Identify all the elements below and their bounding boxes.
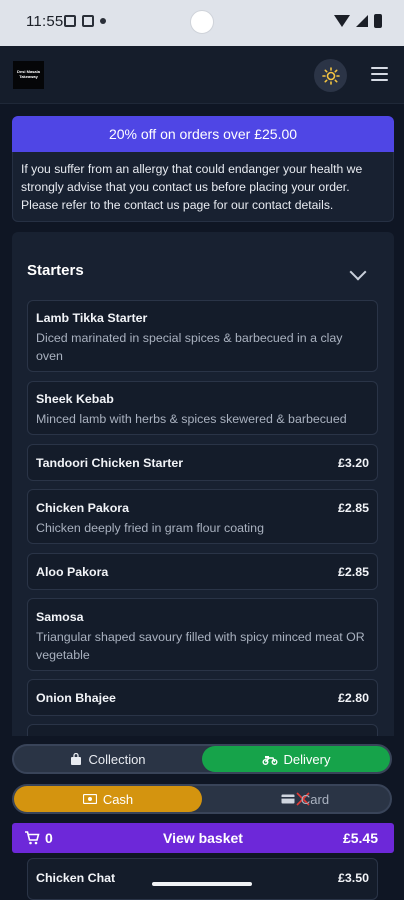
basket-label: View basket (163, 830, 243, 846)
item-price: £3.20 (337, 456, 369, 470)
item-description: Chicken deeply fried in gram flour coati… (36, 521, 264, 535)
item-price: £3.50 (337, 871, 369, 885)
delivery-option[interactable]: Delivery (202, 746, 390, 772)
status-time: 11:55 (26, 13, 64, 30)
item-name: Chicken Chat (36, 871, 116, 885)
menu-item[interactable]: Tandoori Chicken Starter £3.20 (27, 444, 378, 481)
card-option[interactable]: Card (202, 786, 390, 812)
credit-card-icon (281, 794, 295, 804)
card-label: Card (300, 791, 330, 807)
allergy-notice: If you suffer from an allergy that could… (12, 152, 394, 222)
menu-section-panel: Starters Lamb Tikka Starter Diced marina… (12, 232, 394, 752)
scooter-icon (262, 756, 278, 765)
system-icons (334, 14, 382, 28)
home-indicator[interactable] (152, 882, 252, 886)
payment-toggle: Cash Card (12, 784, 392, 814)
menu-item[interactable]: Chicken Pakora £2.85 Chicken deeply frie… (27, 489, 378, 544)
hamburger-menu-icon[interactable] (371, 67, 388, 81)
order-type-toggle: Collection Delivery (12, 744, 392, 774)
menu-item[interactable]: Onion Bhajee £2.80 (27, 679, 378, 716)
menu-item[interactable]: Lamb Tikka Starter Diced marinated in sp… (27, 300, 378, 372)
promo-banner: 20% off on orders over £25.00 (12, 116, 394, 152)
restaurant-logo[interactable]: Desi Masala Takeaway (13, 61, 44, 89)
cash-icon (82, 794, 97, 804)
camera-cutout (190, 10, 214, 34)
delivery-label: Delivery (283, 751, 331, 767)
dot-icon (100, 18, 106, 24)
item-description: Triangular shaped savoury filled with sp… (36, 630, 365, 662)
menu-item[interactable]: Sheek Kebab Minced lamb with herbs & spi… (27, 381, 378, 435)
menu-item[interactable]: Aloo Pakora £2.85 (27, 553, 378, 590)
wifi-icon (334, 15, 350, 27)
section-title[interactable]: Starters (27, 262, 84, 279)
item-name: Sheek Kebab (36, 392, 114, 406)
menu-item[interactable]: Samosa Triangular shaped savoury filled … (27, 598, 378, 671)
menu-item[interactable]: Chicken Chat £3.50 (27, 858, 378, 900)
bag-icon (71, 753, 82, 765)
notification-icons (64, 15, 106, 27)
basket-total: £5.45 (342, 830, 378, 846)
status-bar: 11:55 (0, 0, 404, 46)
item-description: Minced lamb with herbs & spices skewered… (36, 412, 347, 426)
battery-icon (374, 14, 382, 28)
item-name: Samosa (36, 610, 84, 624)
collection-option[interactable]: Collection (14, 746, 202, 772)
chevron-down-icon[interactable] (349, 263, 367, 281)
app-header: Desi Masala Takeaway (0, 46, 404, 104)
item-name: Lamb Tikka Starter (36, 311, 148, 325)
notification-icon (82, 15, 94, 27)
item-price: £2.80 (337, 691, 369, 705)
view-basket-button[interactable]: 0 View basket £5.45 (12, 823, 394, 853)
collection-label: Collection (88, 751, 146, 767)
item-name: Aloo Pakora (36, 565, 109, 579)
notification-icon (64, 15, 76, 27)
signal-icon (356, 15, 368, 27)
cash-label: Cash (102, 791, 134, 807)
sun-icon (321, 66, 340, 85)
item-description: Diced marinated in special spices & barb… (36, 331, 343, 363)
item-price: £2.85 (337, 501, 369, 515)
item-name: Chicken Pakora (36, 501, 129, 515)
item-price: £2.85 (337, 565, 369, 579)
cash-option[interactable]: Cash (14, 786, 202, 812)
item-name: Tandoori Chicken Starter (36, 456, 184, 470)
item-name: Onion Bhajee (36, 691, 116, 705)
theme-toggle-button[interactable] (314, 59, 347, 92)
